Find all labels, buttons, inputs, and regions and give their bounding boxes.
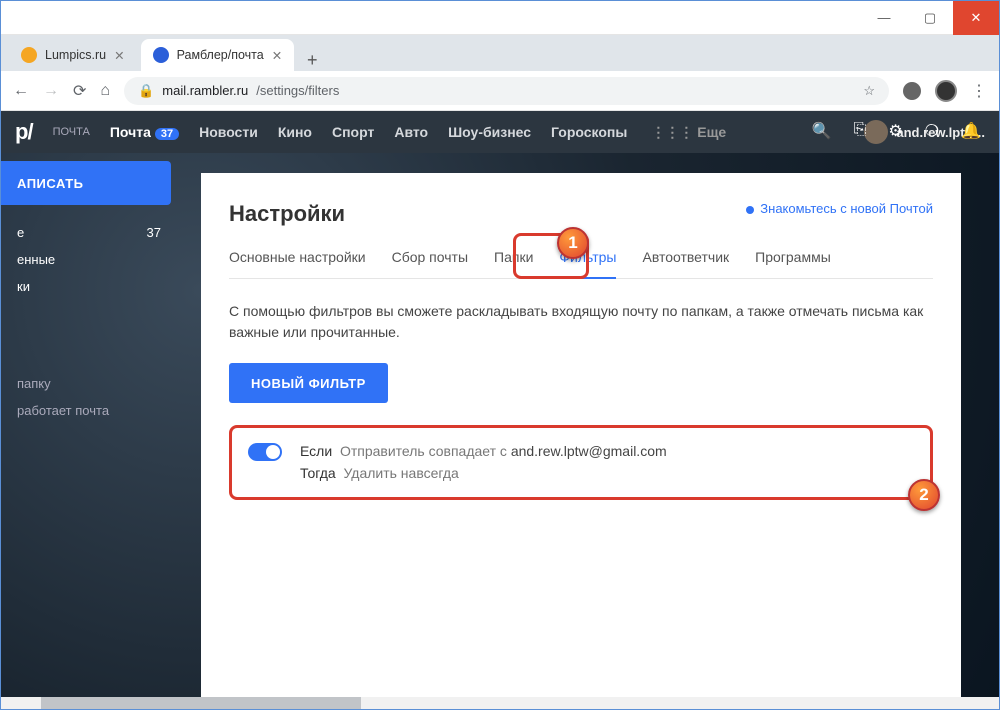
nav-auto[interactable]: Авто <box>394 124 428 140</box>
nav-more[interactable]: ⋮⋮⋮ Еще <box>651 124 726 141</box>
home-icon[interactable]: ⌂ <box>100 82 110 100</box>
window-close[interactable]: ✕ <box>953 1 999 35</box>
tab-title: Lumpics.ru <box>45 48 106 62</box>
sidebar-item[interactable]: енные <box>1 246 181 273</box>
filter-row[interactable]: Если Отправитель совпадает с and.rew.lpt… <box>229 425 933 500</box>
browser-toolbar: ← → ⟳ ⌂ 🔒 mail.rambler.ru/settings/filte… <box>1 71 999 111</box>
url-host: mail.rambler.ru <box>162 83 248 98</box>
forward-icon[interactable]: → <box>43 82 59 100</box>
nav-cinema[interactable]: Кино <box>278 124 312 140</box>
search-icon[interactable]: 🔍 <box>812 121 832 141</box>
horizontal-scrollbar[interactable] <box>1 697 999 710</box>
window-minimize[interactable]: — <box>861 1 907 35</box>
nav-mail[interactable]: Почта37 <box>110 124 179 140</box>
site-logo-sub: ПОЧТА <box>53 126 90 138</box>
tab-title: Рамблер/почта <box>177 48 264 62</box>
compose-button[interactable]: АПИСАТЬ <box>1 161 171 205</box>
address-bar[interactable]: 🔒 mail.rambler.ru/settings/filters ☆ <box>124 77 889 105</box>
back-icon[interactable]: ← <box>13 82 29 100</box>
sidebar-item[interactable]: ки <box>1 273 181 300</box>
mail-badge: 37 <box>155 128 179 140</box>
nav-horoscope[interactable]: Гороскопы <box>551 124 627 140</box>
settings-panel: Настройки Знакомьтесь с новой Почтой 1 О… <box>201 173 961 710</box>
scrollbar-thumb[interactable] <box>41 697 361 710</box>
window-maximize[interactable]: ▢ <box>907 1 953 35</box>
browser-tabstrip: Lumpics.ru ✕ Рамблер/почта ✕ + <box>1 35 999 71</box>
new-mail-promo[interactable]: Знакомьтесь с новой Почтой <box>746 201 933 216</box>
filter-summary: Если Отправитель совпадает с and.rew.lpt… <box>300 440 667 485</box>
sidebar-help[interactable]: работает почта <box>1 397 181 424</box>
filter-toggle[interactable] <box>248 443 282 461</box>
mail-sidebar: АПИСАТЬ е37 енные ки папку работает почт… <box>1 153 181 710</box>
extension-icon[interactable] <box>903 82 921 100</box>
callout-1: 1 <box>557 227 589 259</box>
nav-news[interactable]: Новости <box>199 124 258 140</box>
theme-icon[interactable]: ❍ <box>925 121 939 141</box>
browser-tab-active[interactable]: Рамблер/почта ✕ <box>141 39 295 71</box>
filters-description: С помощью фильтров вы сможете раскладыва… <box>229 301 933 343</box>
tab-folders[interactable]: Папки <box>494 239 533 278</box>
bell-icon[interactable]: 🔔 <box>961 121 981 141</box>
reload-icon[interactable]: ⟳ <box>73 81 86 101</box>
browser-tab[interactable]: Lumpics.ru ✕ <box>9 39 137 71</box>
sidebar-item[interactable]: е37 <box>1 219 181 246</box>
callout-2: 2 <box>908 479 940 511</box>
tab-close-icon[interactable]: ✕ <box>272 48 282 63</box>
settings-tabs: 1 Основные настройки Сбор почты Папки Фи… <box>229 239 933 279</box>
popup-icon[interactable]: ⎘ <box>854 121 867 141</box>
window-titlebar: — ▢ ✕ <box>1 1 999 35</box>
star-icon[interactable]: ☆ <box>863 83 875 99</box>
sidebar-add-folder[interactable]: папку <box>1 370 181 397</box>
nav-sport[interactable]: Спорт <box>332 124 374 140</box>
new-filter-button[interactable]: НОВЫЙ ФИЛЬТР <box>229 363 388 403</box>
mail-toolbar: 🔍 ⎘ ⚙ ❍ 🔔 <box>812 121 981 141</box>
url-path: /settings/filters <box>256 83 339 98</box>
tab-general[interactable]: Основные настройки <box>229 239 366 278</box>
nav-showbiz[interactable]: Шоу-бизнес <box>448 124 531 140</box>
tab-collect[interactable]: Сбор почты <box>392 239 468 278</box>
lock-icon: 🔒 <box>138 83 154 99</box>
tab-close-icon[interactable]: ✕ <box>114 48 124 63</box>
tab-programs[interactable]: Программы <box>755 239 831 278</box>
gear-icon[interactable]: ⚙ <box>888 121 902 141</box>
menu-icon[interactable]: ⋮ <box>971 81 987 101</box>
new-tab-button[interactable]: + <box>298 50 326 71</box>
tab-autoreply[interactable]: Автоответчик <box>642 239 729 278</box>
site-logo[interactable]: p/ <box>15 119 33 145</box>
tab-favicon <box>153 47 169 63</box>
profile-avatar[interactable] <box>935 80 957 102</box>
tab-favicon <box>21 47 37 63</box>
